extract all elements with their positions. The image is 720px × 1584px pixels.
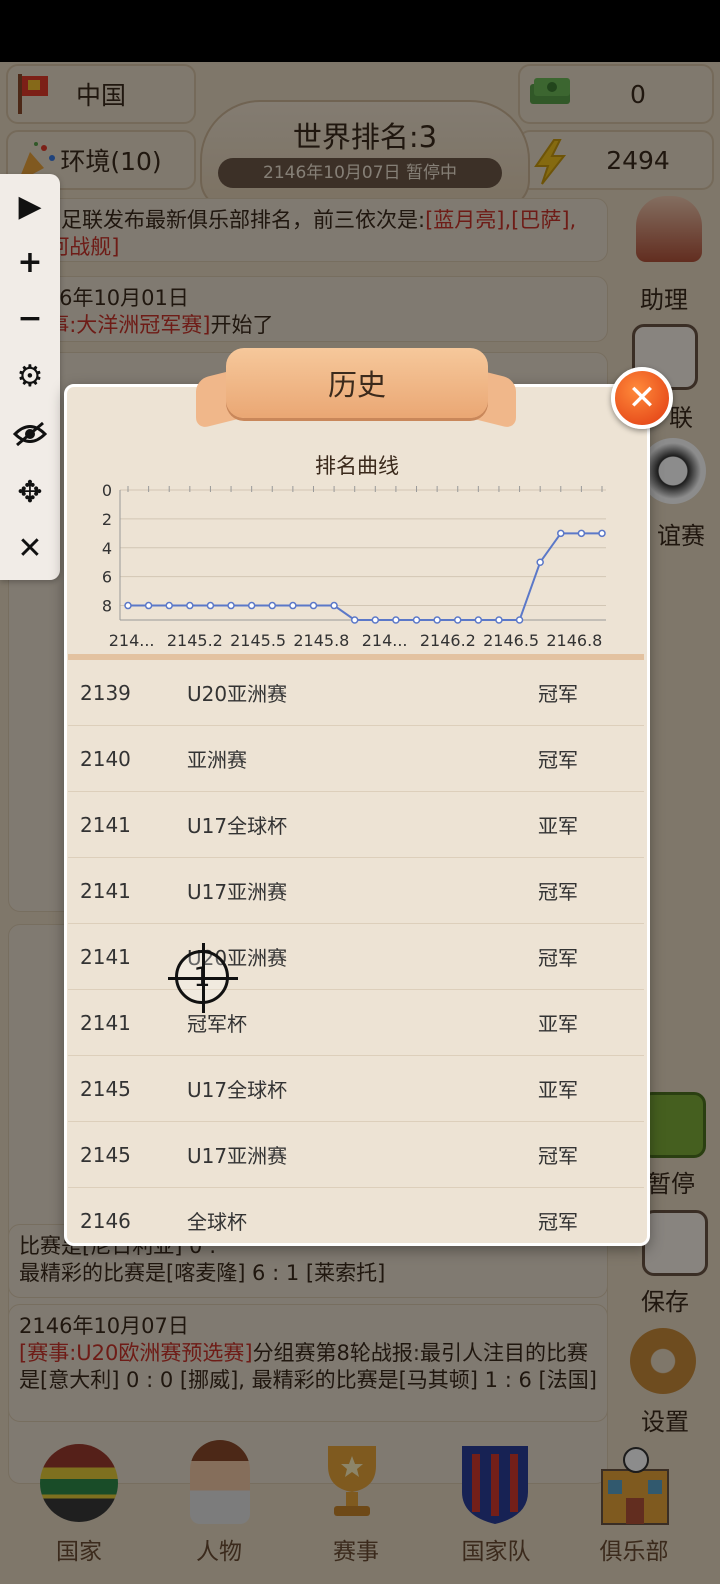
history-year: 2141 bbox=[80, 944, 131, 969]
chart-point bbox=[598, 529, 606, 538]
chart-point bbox=[289, 601, 297, 610]
plus-icon[interactable]: + bbox=[12, 244, 48, 280]
chart-x-tick-label: 2145.5 bbox=[230, 631, 286, 650]
play-icon[interactable]: ▶ bbox=[12, 188, 48, 224]
history-year: 2145 bbox=[80, 1076, 131, 1101]
history-event: U17全球杯 bbox=[187, 1078, 288, 1102]
chart-y-tick-label: 8 bbox=[102, 597, 112, 616]
history-event: 冠军杯 bbox=[187, 1012, 247, 1036]
chart-point bbox=[206, 601, 215, 610]
chart-point bbox=[144, 601, 153, 610]
chart-point bbox=[165, 601, 173, 610]
history-result: 冠军 bbox=[538, 880, 578, 904]
minus-icon[interactable]: − bbox=[12, 300, 48, 336]
chart-point bbox=[412, 616, 421, 624]
history-year: 2146 bbox=[80, 1208, 131, 1233]
history-event: 全球杯 bbox=[187, 1210, 247, 1234]
history-row: 2141 U20亚洲赛 冠军 bbox=[68, 924, 644, 990]
chart-point bbox=[186, 601, 194, 610]
chart-point bbox=[495, 616, 503, 624]
chart-x-tick-label: 214... bbox=[109, 631, 155, 650]
close-x-icon[interactable]: ✕ bbox=[12, 530, 48, 566]
modal-close-button[interactable]: ✕ bbox=[611, 367, 673, 429]
chart-x-tick-label: 214... bbox=[362, 631, 408, 650]
history-event: 亚洲赛 bbox=[187, 748, 247, 772]
chart-point bbox=[433, 616, 441, 624]
chart-point bbox=[453, 616, 462, 624]
history-result: 冠军 bbox=[538, 1210, 578, 1234]
history-result: 亚军 bbox=[538, 1078, 578, 1102]
chart-point bbox=[227, 601, 235, 610]
chart-y-tick-label: 4 bbox=[102, 539, 112, 558]
nav-country[interactable]: 国家 bbox=[29, 1532, 129, 1566]
history-row: 2139 U20亚洲赛 冠军 bbox=[68, 660, 644, 726]
chart-point bbox=[124, 601, 132, 610]
chart-point bbox=[330, 601, 338, 610]
nav-person[interactable]: 人物 bbox=[169, 1532, 269, 1566]
history-event: U17亚洲赛 bbox=[187, 1144, 288, 1168]
history-year: 2141 bbox=[80, 812, 131, 837]
history-event: U17亚洲赛 bbox=[187, 880, 288, 904]
modal-title: 历史 bbox=[226, 348, 488, 418]
history-result: 冠军 bbox=[538, 1144, 578, 1168]
history-result: 冠军 bbox=[538, 748, 578, 772]
rank-line-chart: 0 2 4 6 8 214... 2145.2 2145.5 2145.8 214... 2146.… bbox=[102, 481, 606, 650]
chart-y-tick-label: 2 bbox=[102, 510, 112, 529]
chart-point bbox=[557, 529, 565, 538]
settings-gear-icon[interactable]: ⚙ bbox=[12, 358, 48, 394]
history-event: U20亚洲赛 bbox=[187, 682, 288, 706]
chart-x-tick-label: 2146.5 bbox=[483, 631, 539, 650]
history-row: 2145 U17全球杯 亚军 bbox=[68, 1056, 644, 1122]
chart-point bbox=[474, 616, 483, 624]
close-icon: ✕ bbox=[627, 378, 657, 418]
chart-x-tick-label: 2145.8 bbox=[293, 631, 349, 650]
history-row: 2145 U17亚洲赛 冠军 bbox=[68, 1122, 644, 1188]
history-result: 亚军 bbox=[538, 1012, 578, 1036]
chart-point bbox=[577, 529, 586, 538]
history-result: 冠军 bbox=[538, 682, 578, 706]
history-year: 2141 bbox=[80, 878, 131, 903]
chart-y-tick-label: 0 bbox=[102, 481, 112, 500]
chart-point bbox=[309, 601, 318, 610]
history-row: 2146 全球杯 冠军 bbox=[68, 1188, 644, 1242]
history-year: 2140 bbox=[80, 746, 131, 771]
history-year: 2145 bbox=[80, 1142, 131, 1167]
history-result: 冠军 bbox=[538, 946, 578, 970]
chart-x-tick-label: 2145.2 bbox=[167, 631, 223, 650]
history-year: 2141 bbox=[80, 1010, 131, 1035]
chart-point bbox=[515, 616, 524, 624]
chart-point bbox=[268, 601, 277, 610]
chart-point bbox=[350, 616, 359, 624]
chart-x-tick-label: 2146.8 bbox=[546, 631, 602, 650]
nav-club[interactable]: 俱乐部 bbox=[584, 1532, 684, 1566]
history-row: 2141 冠军杯 亚军 bbox=[68, 990, 644, 1056]
nav-events[interactable]: 赛事 bbox=[306, 1532, 406, 1566]
history-row: 2140 亚洲赛 冠军 bbox=[68, 726, 644, 792]
chart-point bbox=[392, 616, 400, 624]
history-event: U17全球杯 bbox=[187, 814, 288, 838]
history-year: 2139 bbox=[80, 680, 131, 705]
history-list[interactable]: 2139 U20亚洲赛 冠军 2140 亚洲赛 冠军 2141 U17全球杯 亚军 2141… bbox=[68, 654, 644, 1242]
history-row: 2141 U17亚洲赛 冠军 bbox=[68, 858, 644, 924]
crosshair-label: 1 bbox=[193, 962, 211, 993]
chart-point bbox=[536, 558, 544, 566]
move-arrows-icon[interactable]: ✥ bbox=[12, 474, 48, 510]
history-row: 2141 U17全球杯 亚军 bbox=[68, 792, 644, 858]
floating-toolbar: ▶ + − ⚙ ✥ ✕ bbox=[0, 174, 60, 580]
hide-eye-icon[interactable] bbox=[12, 416, 48, 452]
chart-point bbox=[247, 601, 256, 610]
chart-y-tick-label: 6 bbox=[102, 568, 112, 587]
nav-national-team[interactable]: 国家队 bbox=[446, 1532, 546, 1566]
chart-point bbox=[371, 616, 380, 624]
touch-crosshair-marker: 1 bbox=[168, 943, 238, 1013]
history-result: 亚军 bbox=[538, 814, 578, 838]
chart-x-tick-label: 2146.2 bbox=[420, 631, 476, 650]
